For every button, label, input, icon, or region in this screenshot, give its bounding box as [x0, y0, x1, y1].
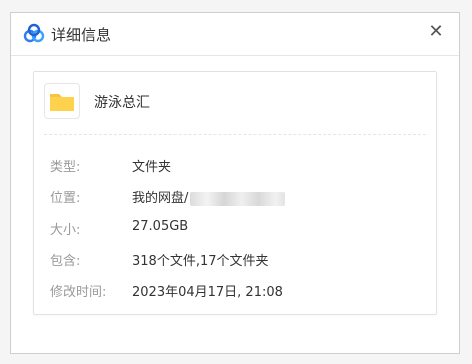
detail-row-location: 位置: 我的网盘/ [34, 187, 436, 206]
detail-label: 类型: [50, 160, 81, 175]
detail-label: 位置: [50, 191, 81, 206]
detail-value: 318个文件,17个文件夹 [132, 254, 269, 269]
divider [44, 134, 426, 135]
detail-label: 大小: [50, 223, 81, 238]
detail-value: 文件夹 [132, 160, 172, 175]
close-button[interactable]: ✕ [423, 19, 449, 45]
redacted-path [190, 191, 286, 206]
detail-label: 修改时间: [50, 285, 107, 300]
detail-row-contains: 包含: 318个文件,17个文件夹 [34, 250, 436, 269]
detail-value: 2023年04月17日, 21:08 [132, 285, 283, 300]
detail-value: 我的网盘/ [132, 191, 189, 206]
file-header: 游泳总汇 [34, 72, 436, 134]
detail-row-size: 大小: 27.05GB [34, 219, 436, 238]
detail-row-type: 类型: 文件夹 [34, 156, 436, 175]
detail-value-wrapper: 我的网盘/ [132, 187, 286, 206]
dialog-titlebar: 详细信息 ✕ [11, 13, 459, 56]
dialog-title: 详细信息 [51, 26, 112, 44]
folder-icon [44, 83, 80, 119]
folder-name: 游泳总汇 [94, 95, 150, 111]
detail-value: 27.05GB [132, 219, 189, 234]
baidu-netdisk-icon [23, 23, 45, 45]
detail-row-modified: 修改时间: 2023年04月17日, 21:08 [34, 281, 436, 300]
detail-label: 包含: [50, 254, 81, 269]
details-dialog: 详细信息 ✕ 游泳总汇 类型: 文件夹 位置: 我的网盘/ 大小: 27.05G… [10, 12, 460, 354]
file-details-card: 游泳总汇 类型: 文件夹 位置: 我的网盘/ 大小: 27.05GB 包含: 3… [33, 71, 437, 315]
